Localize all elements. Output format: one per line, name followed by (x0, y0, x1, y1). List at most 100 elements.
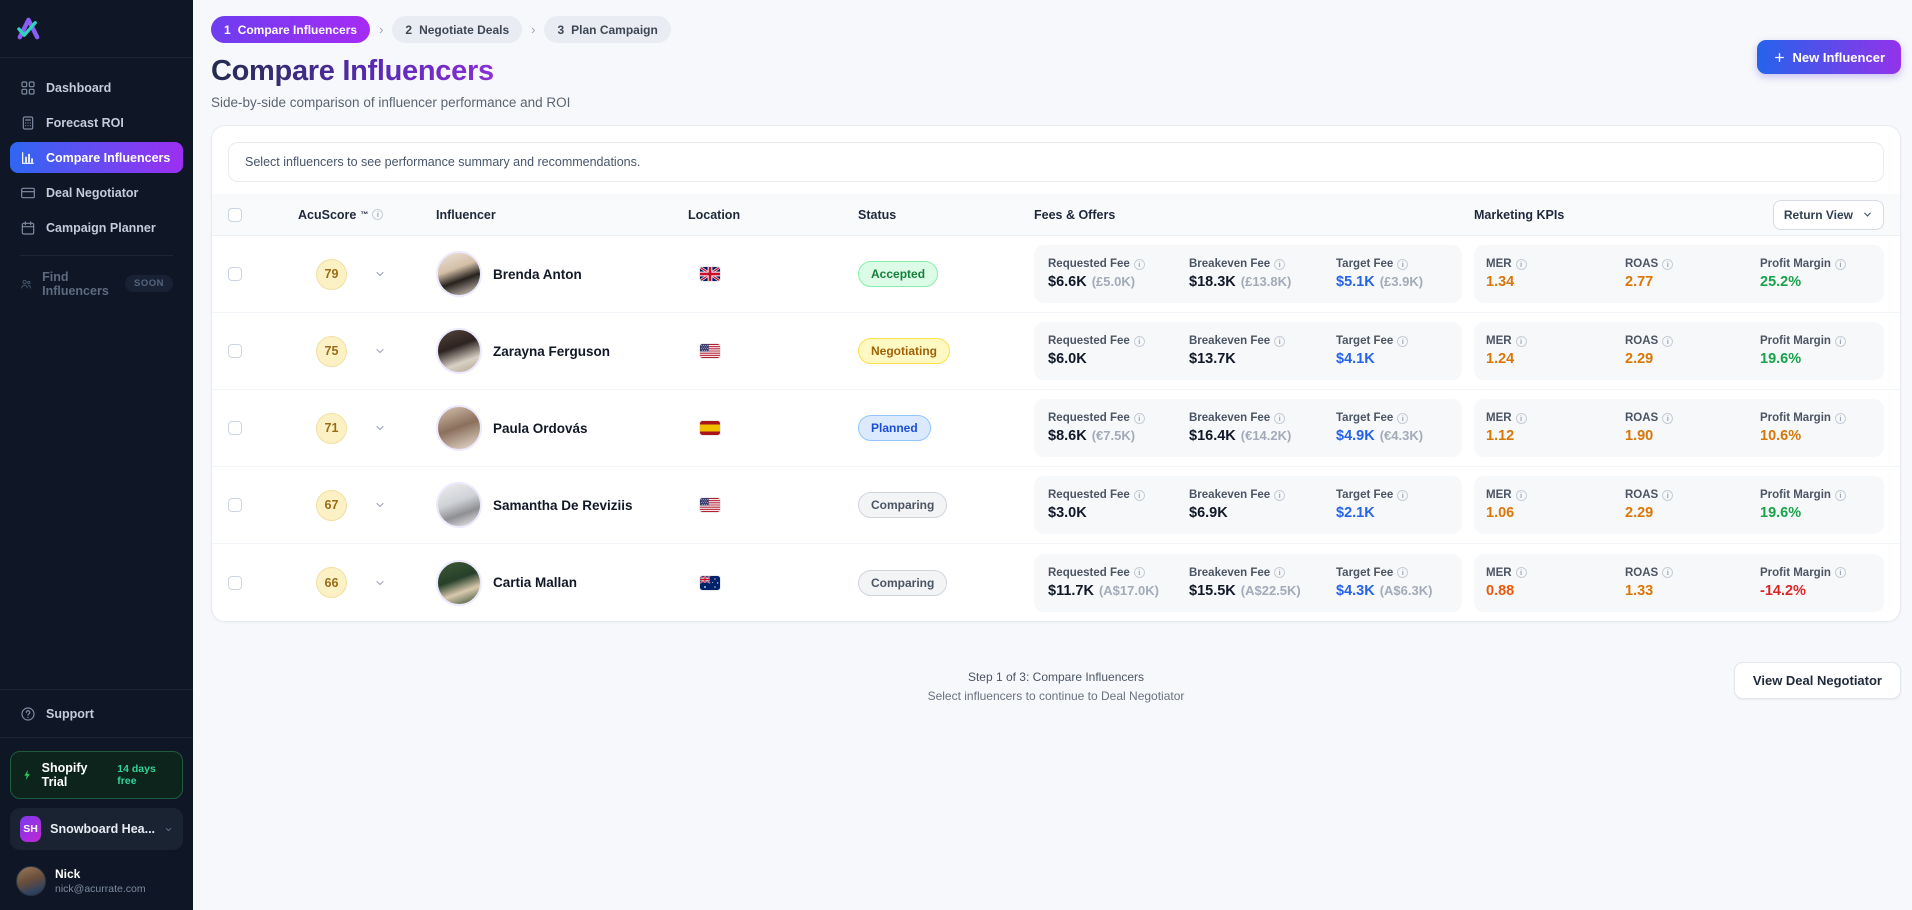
info-icon[interactable] (1516, 567, 1527, 578)
requested-fee: $11.7K (1048, 583, 1094, 599)
breadcrumb: 1 Compare Influencers › 2 Negotiate Deal… (211, 16, 671, 43)
sidebar-item-label: Campaign Planner (46, 221, 156, 235)
info-icon[interactable] (1516, 413, 1527, 424)
chevron-right-icon: › (379, 22, 383, 37)
sidebar-item-compare-influencers[interactable]: Compare Influencers (10, 142, 183, 173)
breakeven-fee: $16.4K (1189, 428, 1236, 444)
sidebar-item-campaign-planner[interactable]: Campaign Planner (10, 212, 183, 243)
row-checkbox[interactable] (228, 498, 242, 512)
selection-hint-banner: Select influencers to see performance su… (228, 142, 1884, 182)
info-icon[interactable] (1516, 490, 1527, 501)
chevron-down-icon[interactable] (374, 345, 386, 357)
info-icon[interactable] (372, 209, 383, 220)
column-marketing-kpis: Marketing KPIs (1474, 208, 1564, 222)
row-checkbox[interactable] (228, 421, 242, 435)
info-icon[interactable] (1134, 336, 1145, 347)
row-checkbox[interactable] (228, 576, 242, 590)
info-icon[interactable] (1274, 490, 1285, 501)
info-icon[interactable] (1662, 259, 1673, 270)
info-icon[interactable] (1274, 336, 1285, 347)
influencer-name: Cartia Mallan (493, 575, 577, 590)
status-badge: Negotiating (858, 338, 950, 364)
info-icon[interactable] (1835, 413, 1846, 424)
info-icon[interactable] (1134, 413, 1145, 424)
sidebar-item-support[interactable]: Support (10, 698, 183, 729)
flag-us-icon (700, 498, 720, 512)
user-menu[interactable]: Nick nick@acurrate.com (0, 858, 193, 910)
divider (20, 255, 173, 256)
requested-fee: $8.6K (1048, 428, 1087, 444)
acuscore-badge: 67 (316, 490, 347, 521)
sidebar: Dashboard Forecast ROI Compare Influence… (0, 0, 193, 910)
influencer-name: Brenda Anton (493, 267, 582, 282)
info-icon[interactable] (1134, 490, 1145, 501)
avatar (436, 560, 482, 606)
requested-fee: $6.0K (1048, 351, 1087, 367)
shopify-trial-banner[interactable]: Shopify Trial 14 days free (10, 751, 183, 799)
workspace-avatar: SH (20, 816, 41, 842)
logo (0, 0, 193, 58)
info-icon[interactable] (1274, 259, 1285, 270)
info-icon[interactable] (1397, 259, 1408, 270)
row-checkbox[interactable] (228, 267, 242, 281)
workspace-name: Snowboard Hea... (50, 822, 155, 836)
info-icon[interactable] (1397, 413, 1408, 424)
sidebar-item-dashboard[interactable]: Dashboard (10, 72, 183, 103)
column-acuscore: AcuScore (298, 208, 356, 222)
info-icon[interactable] (1134, 567, 1145, 578)
profit-margin-value: 19.6% (1760, 505, 1884, 521)
info-icon[interactable] (1516, 259, 1527, 270)
info-icon[interactable] (1662, 490, 1673, 501)
info-icon[interactable] (1397, 336, 1408, 347)
info-icon[interactable] (1662, 567, 1673, 578)
chevron-down-icon[interactable] (374, 577, 386, 589)
workspace-selector[interactable]: SH Snowboard Hea... (10, 808, 183, 850)
status-badge: Accepted (858, 261, 938, 287)
info-icon[interactable] (1134, 259, 1145, 270)
influencer-name: Paula Ordovás (493, 421, 588, 436)
info-icon[interactable] (1835, 259, 1846, 270)
sidebar-item-deal-negotiator[interactable]: Deal Negotiator (10, 177, 183, 208)
sidebar-item-label: Support (46, 707, 94, 721)
help-circle-icon (20, 706, 36, 722)
info-icon[interactable] (1662, 336, 1673, 347)
mer-value: 1.24 (1486, 351, 1625, 367)
view-deal-negotiator-button[interactable]: View Deal Negotiator (1734, 662, 1901, 699)
info-icon[interactable] (1397, 567, 1408, 578)
flag-au-icon (700, 576, 720, 590)
sidebar-item-label: Compare Influencers (46, 151, 170, 165)
step-negotiate-deals[interactable]: 2 Negotiate Deals (392, 16, 522, 43)
sidebar-item-forecast-roi[interactable]: Forecast ROI (10, 107, 183, 138)
acuscore-badge: 75 (316, 336, 347, 367)
row-checkbox[interactable] (228, 344, 242, 358)
status-badge: Comparing (858, 492, 947, 518)
info-icon[interactable] (1397, 490, 1408, 501)
step-plan-campaign[interactable]: 3 Plan Campaign (544, 16, 670, 43)
target-fee: $2.1K (1336, 505, 1375, 521)
info-icon[interactable] (1274, 567, 1285, 578)
return-view-select[interactable]: Return View (1773, 200, 1884, 230)
target-fee: $4.3K (1336, 583, 1375, 599)
chevron-down-icon[interactable] (374, 499, 386, 511)
table-row: 67 Samantha De Reviziis Comparing Reques… (212, 467, 1900, 544)
chevron-down-icon[interactable] (374, 422, 386, 434)
info-icon[interactable] (1835, 490, 1846, 501)
sidebar-item-find-influencers[interactable]: Find Influencers SOON (10, 268, 183, 299)
info-icon[interactable] (1662, 413, 1673, 424)
requested-fee: $6.6K (1048, 274, 1087, 290)
profit-margin-value: 25.2% (1760, 274, 1884, 290)
new-influencer-button[interactable]: New Influencer (1757, 40, 1901, 74)
info-icon[interactable] (1835, 567, 1846, 578)
chevron-down-icon (164, 824, 173, 835)
chevron-down-icon[interactable] (374, 268, 386, 280)
info-icon[interactable] (1274, 413, 1285, 424)
influencer-name: Zarayna Ferguson (493, 344, 610, 359)
fees-panel: Requested Fee $11.7K(A$17.0K) Breakeven … (1034, 554, 1462, 612)
select-all-checkbox[interactable] (228, 208, 242, 222)
info-icon[interactable] (1835, 336, 1846, 347)
step-compare-influencers[interactable]: 1 Compare Influencers (211, 16, 370, 43)
plus-icon (1773, 51, 1786, 64)
info-icon[interactable] (1516, 336, 1527, 347)
flag-gb-icon (700, 267, 720, 281)
profit-margin-value: 19.6% (1760, 351, 1884, 367)
